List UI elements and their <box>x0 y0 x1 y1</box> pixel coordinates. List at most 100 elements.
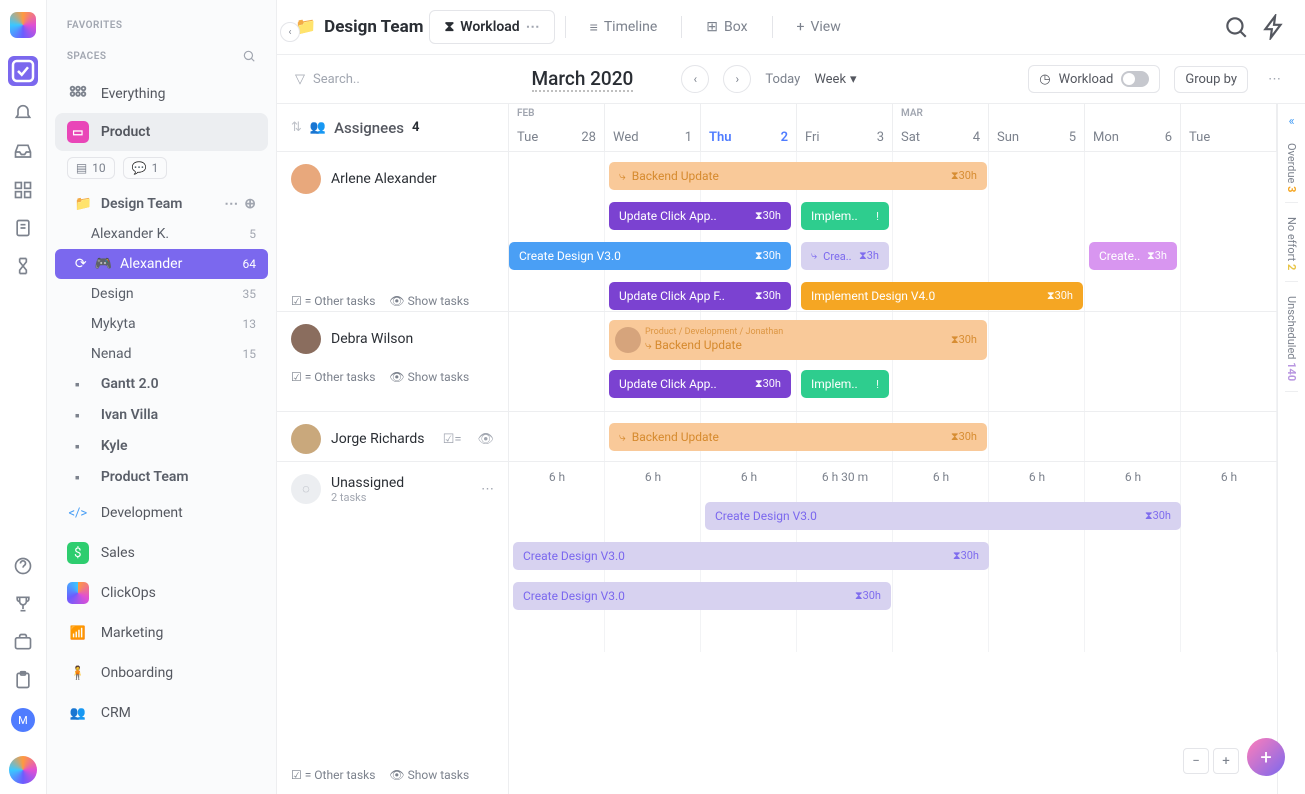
search-input[interactable]: ▽Search.. <box>295 72 360 87</box>
task-bar[interactable]: ⤷Backend Update⧗30h <box>609 423 987 451</box>
alexander-k-item[interactable]: Alexander K.5 <box>47 219 276 249</box>
task-bar[interactable]: ⤷Backend Update⧗30h <box>609 162 987 190</box>
assignees-label: Assignees <box>334 119 404 137</box>
clipboard-icon[interactable] <box>13 670 33 690</box>
task-bar[interactable]: Create Design V3.0⧗30h <box>705 502 1181 530</box>
user-avatar[interactable]: M <box>11 708 35 732</box>
help-icon[interactable] <box>13 556 33 576</box>
jorge-row[interactable]: Jorge Richards☑=👁 <box>277 412 508 462</box>
show-tasks-toggle[interactable]: 👁 Show tasks <box>389 370 469 384</box>
day-cell[interactable]: Fri3 <box>797 104 893 151</box>
task-bar[interactable]: Update Click App..⧗30h <box>609 202 791 230</box>
add-task-fab[interactable]: + <box>1247 738 1285 776</box>
task-bar[interactable]: Create Design V3.0⧗30h <box>513 582 891 610</box>
debra-row[interactable]: Debra Wilson ☑ = Other tasks👁 Show tasks <box>277 312 508 412</box>
timeline-area[interactable]: FEB MAR Tue28 Wed1 Thu2 Fri3 Sat4 Sun5 M… <box>509 104 1277 794</box>
chat-badge[interactable]: 💬1 <box>123 157 168 179</box>
marketing-space[interactable]: 📶Marketing <box>47 613 276 653</box>
noeffort-stat[interactable]: No effort 2 <box>1285 207 1298 281</box>
trophy-icon[interactable] <box>13 594 33 614</box>
week-selector[interactable]: Week▾ <box>814 72 856 87</box>
day-cell-active[interactable]: Thu2 <box>701 104 797 151</box>
workspace-avatar[interactable] <box>9 756 37 784</box>
nenad-item[interactable]: Nenad15 <box>47 339 276 369</box>
search-button[interactable] <box>1223 14 1249 40</box>
task-bar[interactable]: Implement Design V4.0⧗30h <box>801 282 1083 310</box>
hour-cell: 6 h <box>893 462 989 494</box>
task-bar[interactable]: Product / Development / Jonathan⤷ Backen… <box>609 320 987 360</box>
overdue-stat[interactable]: Overdue 3 <box>1285 133 1298 203</box>
more-button[interactable]: ⋯ <box>1262 72 1287 87</box>
arlene-row[interactable]: Arlene Alexander ☑ = Other tasks👁 Show t… <box>277 152 508 312</box>
sales-space[interactable]: $Sales <box>47 533 276 573</box>
task-bar[interactable]: Create..⧗3h <box>1089 242 1177 270</box>
zoom-out-button[interactable]: − <box>1183 748 1209 774</box>
show-tasks-mini[interactable]: 👁 <box>477 432 494 447</box>
logo-icon[interactable] <box>10 12 36 38</box>
task-bar[interactable]: Create Design V3.0⧗30h <box>513 542 989 570</box>
other-tasks-mini[interactable]: ☑= <box>443 432 462 447</box>
day-cell[interactable]: Mon6 <box>1085 104 1181 151</box>
add-view-button[interactable]: +View <box>783 11 855 43</box>
task-bar[interactable]: Create Design V3.0⧗30h <box>509 242 791 270</box>
prev-button[interactable]: ‹ <box>681 65 709 93</box>
inbox-icon[interactable] <box>13 142 33 162</box>
collapse-sidebar-button[interactable]: ‹ <box>280 22 300 42</box>
task-bar[interactable]: Update Click App..⧗30h <box>609 370 791 398</box>
day-cell[interactable]: Wed1 <box>605 104 701 151</box>
search-icon[interactable] <box>242 49 256 63</box>
other-tasks-toggle[interactable]: ☑ = Other tasks <box>291 370 375 384</box>
kyle-folder[interactable]: ▪Kyle <box>47 431 276 462</box>
more-icon[interactable]: ⋯ <box>481 482 494 497</box>
more-icon[interactable]: ⋯ <box>526 19 540 35</box>
dashboard-icon[interactable] <box>13 180 33 200</box>
group-by-button[interactable]: Group by <box>1174 66 1248 93</box>
box-tab[interactable]: ⊞Box <box>692 11 761 43</box>
other-tasks-footer[interactable]: ☑ = Other tasks <box>291 768 375 782</box>
crm-space[interactable]: 👥CRM <box>47 693 276 733</box>
month-label[interactable]: March 2020 <box>532 67 634 92</box>
today-button[interactable]: Today <box>765 72 800 87</box>
product-space[interactable]: ▭ Product <box>55 113 268 151</box>
show-tasks-footer[interactable]: 👁 Show tasks <box>389 768 469 782</box>
task-bar[interactable]: Implem..! <box>801 370 889 398</box>
day-cell[interactable]: Tue <box>1181 104 1277 151</box>
gantt-folder[interactable]: ▪Gantt 2.0 <box>47 369 276 400</box>
docs-icon[interactable] <box>13 218 33 238</box>
automation-button[interactable] <box>1261 14 1287 40</box>
bell-icon[interactable] <box>13 104 33 124</box>
development-space[interactable]: </>Development <box>47 493 276 533</box>
task-bar[interactable]: Implem..! <box>801 202 889 230</box>
workload-toggle[interactable]: ◷Workload <box>1028 65 1160 93</box>
workload-tab[interactable]: ⧗Workload⋯ <box>429 10 554 44</box>
task-bar[interactable]: ⤷Crea..⧗3h <box>801 242 889 270</box>
onboarding-space[interactable]: 🧍Onboarding <box>47 653 276 693</box>
alexander-item[interactable]: ⟳🎮Alexander64 <box>55 249 268 279</box>
zoom-in-button[interactable]: + <box>1213 748 1239 774</box>
day-cell[interactable]: Sun5 <box>989 104 1085 151</box>
design-item[interactable]: Design35 <box>47 279 276 309</box>
add-icon[interactable]: ⊕ <box>244 196 256 212</box>
unscheduled-stat[interactable]: Unscheduled 140 <box>1285 286 1298 392</box>
product-team-folder[interactable]: ▪Product Team <box>47 462 276 493</box>
next-button[interactable]: › <box>723 65 751 93</box>
unassigned-row[interactable]: ◌ Unassigned2 tasks ⋯ <box>277 462 508 516</box>
clickops-space[interactable]: ClickOps <box>47 573 276 613</box>
other-tasks-toggle[interactable]: ☑ = Other tasks <box>291 294 375 308</box>
more-icon[interactable]: ⋯ <box>224 196 238 212</box>
timer-icon[interactable] <box>13 256 33 276</box>
everything-item[interactable]: Everything <box>47 75 276 113</box>
ivan-folder[interactable]: ▪Ivan Villa <box>47 400 276 431</box>
home-icon[interactable] <box>8 56 38 86</box>
breadcrumb[interactable]: 📁Design Team <box>295 17 423 37</box>
briefcase-icon[interactable] <box>13 632 33 652</box>
task-bar[interactable]: Update Click App F..⧗30h <box>609 282 791 310</box>
show-tasks-toggle[interactable]: 👁 Show tasks <box>389 294 469 308</box>
collapse-panel-icon[interactable]: « <box>1288 114 1294 129</box>
toggle-switch[interactable] <box>1121 71 1149 87</box>
timeline-tab[interactable]: ≡Timeline <box>576 11 672 44</box>
docs-badge[interactable]: ▤10 <box>67 157 115 179</box>
design-team-folder[interactable]: 📁Design Team ⋯⊕ <box>47 189 276 219</box>
mykyta-item[interactable]: Mykyta13 <box>47 309 276 339</box>
sort-icon[interactable]: ⇅ <box>291 120 302 135</box>
